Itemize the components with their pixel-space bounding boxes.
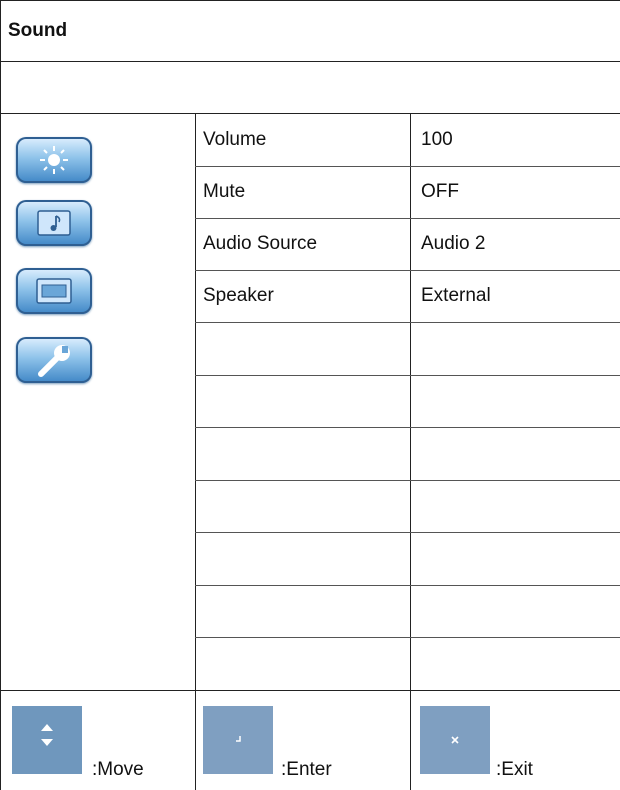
close-icon [451, 736, 459, 744]
sound-menu-button[interactable] [16, 200, 92, 246]
row-line [195, 375, 620, 376]
row-line [195, 166, 620, 167]
row-line [195, 637, 620, 638]
title-divider [0, 61, 620, 62]
exit-button[interactable] [420, 706, 490, 774]
column-divider-2 [410, 113, 411, 790]
footer-divider [0, 690, 620, 691]
row-line [195, 322, 620, 323]
volume-value[interactable]: 100 [421, 130, 453, 150]
exit-label: :Exit [496, 759, 533, 780]
subheader-divider [0, 113, 620, 114]
enter-label: :Enter [281, 759, 332, 780]
column-divider-1 [195, 113, 196, 790]
left-border [0, 0, 1, 790]
speaker-label: Speaker [203, 285, 274, 306]
row-line [195, 270, 620, 271]
music-note-icon [37, 210, 71, 236]
mute-value[interactable]: OFF [421, 182, 459, 202]
audio-source-label: Audio Source [203, 233, 318, 254]
up-down-arrow-icon [41, 724, 53, 746]
move-button[interactable] [12, 706, 82, 774]
screen-menu-button[interactable] [16, 268, 92, 314]
screen-icon [36, 278, 72, 304]
audio-source-value[interactable]: Audio 2 [421, 234, 485, 254]
brightness-icon [40, 146, 68, 174]
row-line [195, 585, 620, 586]
brightness-menu-button[interactable] [16, 137, 92, 183]
row-line [195, 480, 620, 481]
enter-button[interactable] [203, 706, 273, 774]
move-label: :Move [92, 759, 144, 780]
page-title: Sound [8, 20, 68, 41]
row-line [195, 532, 620, 533]
wrench-icon [38, 345, 70, 377]
speaker-value[interactable]: External [421, 286, 491, 306]
mute-label: Mute [203, 181, 246, 202]
enter-icon [236, 736, 241, 742]
setup-menu-button[interactable] [16, 337, 92, 383]
row-line [195, 218, 620, 219]
volume-label: Volume [203, 129, 267, 150]
row-line [195, 427, 620, 428]
top-border [0, 0, 620, 1]
osd-sound-menu: Sound Volume 100 Mute OFF Audio Source A… [0, 0, 620, 790]
